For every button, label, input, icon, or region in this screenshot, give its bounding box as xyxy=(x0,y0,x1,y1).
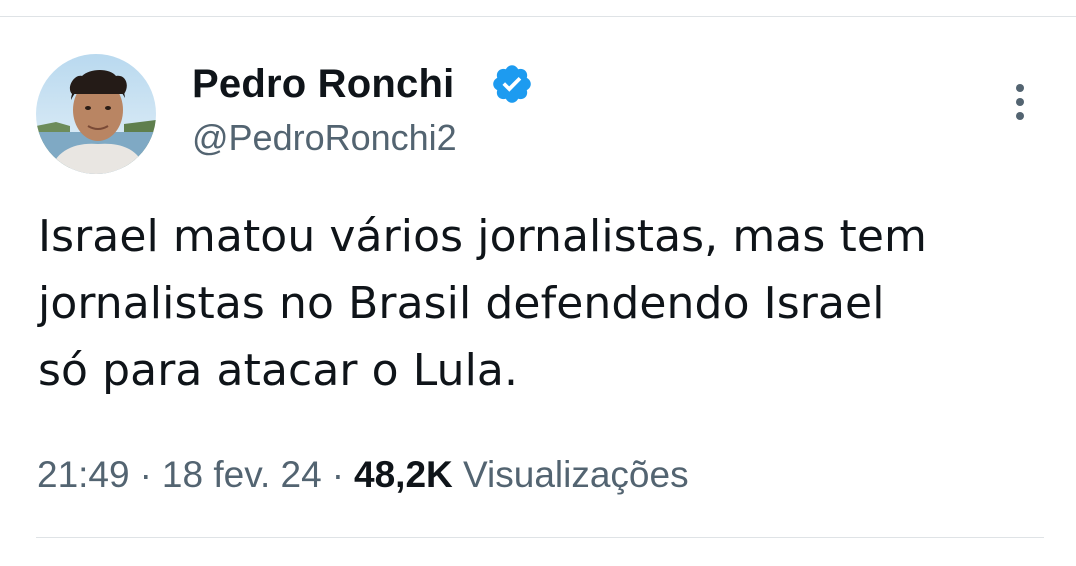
meta-separator: · xyxy=(139,454,152,495)
verified-badge-icon xyxy=(490,62,534,106)
author-handle[interactable]: @PedroRonchi2 xyxy=(192,116,457,160)
more-vertical-icon[interactable] xyxy=(1004,80,1036,124)
tweet-metadata: 21:49 · 18 fev. 24 · 48,2K Visualizações xyxy=(37,451,689,499)
tweet-date[interactable]: 18 fev. 24 xyxy=(162,454,322,495)
meta-separator: · xyxy=(331,454,345,495)
top-divider xyxy=(0,16,1076,17)
views-label: Visualizações xyxy=(463,454,689,495)
avatar[interactable] xyxy=(36,54,156,174)
views-count: 48,2K xyxy=(354,454,453,495)
tweet-text: Israel matou vários jornalistas, mas tem… xyxy=(38,203,1038,404)
author-display-name[interactable]: Pedro Ronchi xyxy=(192,61,454,107)
avatar-image xyxy=(36,54,156,174)
views-link[interactable]: 48,2K Visualizações xyxy=(354,454,689,495)
tweet-text-line: só para atacar o Lula. xyxy=(38,345,519,396)
tweet-time[interactable]: 21:49 xyxy=(37,454,130,495)
bottom-divider xyxy=(36,537,1044,538)
tweet-text-line: Israel matou vários jornalistas, mas tem xyxy=(38,211,927,262)
tweet-text-line: jornalistas no Brasil defendendo Israel xyxy=(38,278,885,329)
